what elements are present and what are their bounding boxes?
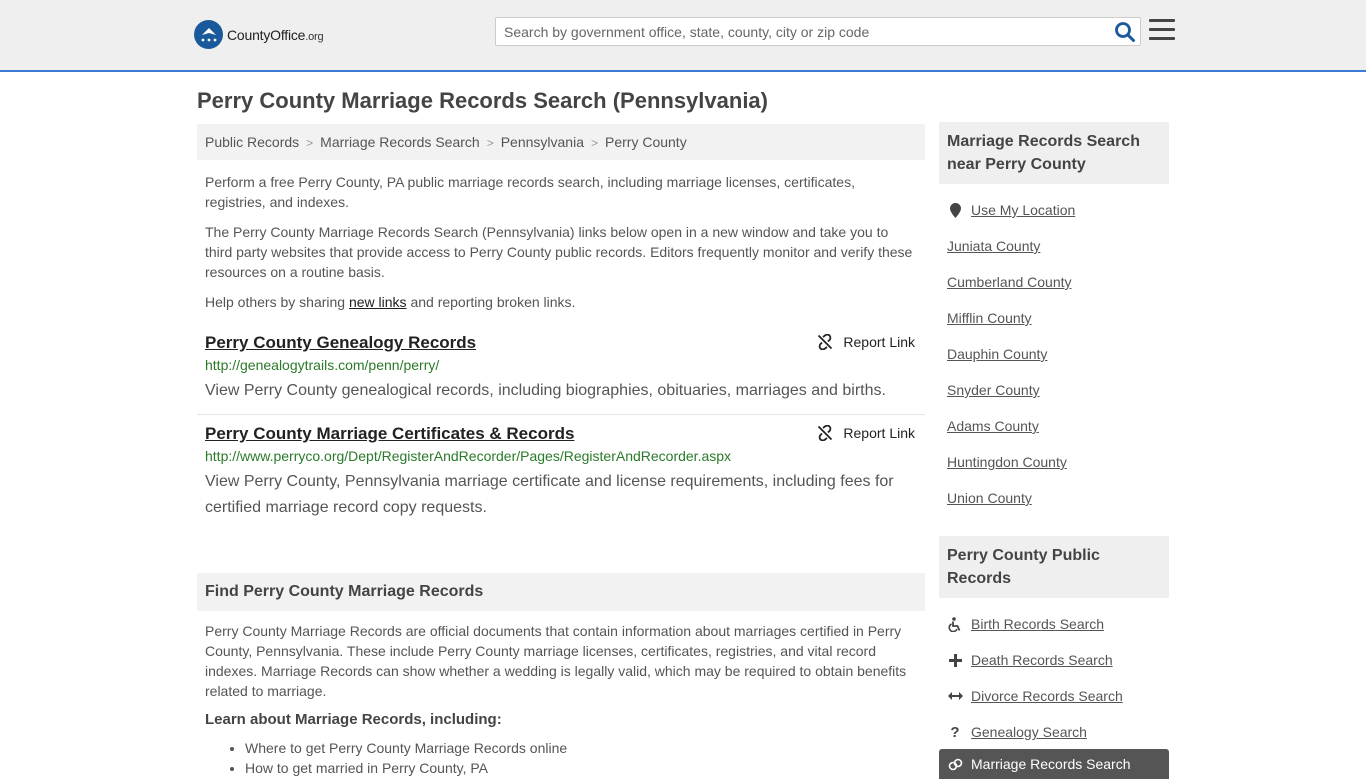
sidebar-item-adams-county[interactable]: Adams County: [947, 408, 1161, 444]
sidebar-nearby-list: Use My Location Juniata County Cumberlan…: [939, 184, 1169, 516]
county-link[interactable]: Dauphin County: [947, 346, 1047, 362]
new-links-link[interactable]: new links: [349, 294, 407, 310]
list-item: How to get married in Perry County, PA: [245, 758, 917, 778]
chevron-right-icon: >: [590, 136, 598, 150]
wheelchair-icon: [947, 616, 963, 632]
county-link[interactable]: Mifflin County: [947, 310, 1032, 326]
broken-link-icon: [818, 334, 833, 350]
map-marker-icon: [947, 202, 963, 218]
sidebar-item-cumberland-county[interactable]: Cumberland County: [947, 264, 1161, 300]
divorce-records-link[interactable]: Divorce Records Search: [971, 688, 1123, 704]
intro-p3-before: Help others by sharing: [205, 294, 349, 310]
breadcrumb-public-records[interactable]: Public Records: [205, 134, 299, 150]
birth-records-link[interactable]: Birth Records Search: [971, 616, 1104, 632]
search-box: [495, 17, 1141, 46]
list-item: Where to get Perry County Marriage Recor…: [245, 738, 917, 758]
sidebar-public-list: Birth Records Search Death Records Searc…: [939, 598, 1169, 750]
site-logo[interactable]: CountyOffice.org: [194, 20, 324, 49]
arrows-horizontal-icon: [947, 691, 963, 701]
sidebar-item-birth-records[interactable]: Birth Records Search: [947, 606, 1161, 642]
county-link[interactable]: Cumberland County: [947, 274, 1072, 290]
sidebar-item-snyder-county[interactable]: Snyder County: [947, 372, 1161, 408]
sidebar-nearby-heading: Marriage Records Search near Perry Count…: [939, 122, 1169, 184]
breadcrumb-perry-county[interactable]: Perry County: [605, 134, 687, 150]
find-section-heading: Find Perry County Marriage Records: [197, 573, 925, 611]
broken-link-icon: [818, 425, 833, 441]
result-url-link[interactable]: http://www.perryco.org/Dept/RegisterAndR…: [205, 448, 917, 464]
result-title-link[interactable]: Perry County Marriage Certificates & Rec…: [205, 423, 917, 445]
death-records-link[interactable]: Death Records Search: [971, 652, 1113, 668]
report-link-label: Report Link: [843, 334, 915, 350]
intro-p3-after: and reporting broken links.: [406, 294, 576, 310]
sidebar-public-records: Perry County Public Records Birth Record…: [939, 536, 1169, 750]
main-content: Public Records > Marriage Records Search > P…: [197, 124, 925, 778]
intro-paragraph-3: Help others by sharing new links and rep…: [205, 292, 917, 312]
chevron-right-icon: >: [306, 136, 314, 150]
venus-mars-icon: [947, 757, 963, 772]
intro-paragraph-1: Perform a free Perry County, PA public m…: [205, 174, 855, 210]
result-description: View Perry County genealogical records, …: [205, 382, 886, 399]
sidebar-item-divorce-records[interactable]: Divorce Records Search: [947, 678, 1161, 714]
county-link[interactable]: Juniata County: [947, 238, 1040, 254]
chevron-right-icon: >: [486, 136, 494, 150]
sidebar-item-mifflin-county[interactable]: Mifflin County: [947, 300, 1161, 336]
county-link[interactable]: Adams County: [947, 418, 1039, 434]
genealogy-search-link[interactable]: Genealogy Search: [971, 724, 1087, 740]
question-icon: ?: [950, 723, 960, 741]
intro-paragraph-2: The Perry County Marriage Records Search…: [205, 224, 913, 280]
breadcrumb-marriage-records-search[interactable]: Marriage Records Search: [320, 134, 480, 150]
breadcrumb: Public Records > Marriage Records Search > P…: [197, 124, 925, 160]
plus-icon: [947, 653, 963, 667]
search-input[interactable]: [496, 18, 1096, 45]
find-section-body: Perry County Marriage Records are offici…: [197, 611, 925, 778]
site-header: CountyOffice.org: [0, 0, 1366, 72]
learn-heading: Learn about Marriage Records, including:: [205, 711, 502, 728]
breadcrumb-pennsylvania[interactable]: Pennsylvania: [501, 134, 584, 150]
county-link[interactable]: Huntingdon County: [947, 454, 1067, 470]
use-my-location-link[interactable]: Use My Location: [971, 202, 1075, 218]
logo-text-main: CountyOffice: [227, 26, 306, 43]
sidebar-item-union-county[interactable]: Union County: [947, 480, 1161, 516]
result-item: Perry County Genealogy Records http://ge…: [197, 324, 925, 414]
sidebar-item-dauphin-county[interactable]: Dauphin County: [947, 336, 1161, 372]
intro-text: Perform a free Perry County, PA public m…: [197, 160, 925, 312]
search-button[interactable]: [1114, 21, 1136, 43]
use-my-location-item[interactable]: Use My Location: [947, 192, 1161, 228]
sidebar-item-death-records[interactable]: Death Records Search: [947, 642, 1161, 678]
logo-text-org: .org: [305, 30, 324, 43]
county-link[interactable]: Union County: [947, 490, 1032, 506]
result-url-link[interactable]: http://genealogytrails.com/penn/perry/: [205, 357, 917, 373]
search-icon: [1115, 22, 1135, 42]
page-title: Perry County Marriage Records Search (Pe…: [197, 88, 768, 113]
sidebar-item-genealogy-search[interactable]: ? Genealogy Search: [947, 714, 1161, 750]
report-link-button[interactable]: Report Link: [817, 334, 915, 350]
sidebar-public-heading: Perry County Public Records: [939, 536, 1169, 598]
sidebar-item-juniata-county[interactable]: Juniata County: [947, 228, 1161, 264]
learn-list: Where to get Perry County Marriage Recor…: [205, 738, 917, 778]
result-description: View Perry County, Pennsylvania marriage…: [205, 473, 894, 516]
logo-text: CountyOffice.org: [227, 26, 324, 43]
find-section-text: Perry County Marriage Records are offici…: [205, 623, 907, 699]
active-item-label: Marriage Records Search: [971, 756, 1131, 772]
hamburger-menu-icon[interactable]: [1149, 19, 1175, 43]
logo-seal-icon: [194, 20, 223, 49]
sidebar-item-huntingdon-county[interactable]: Huntingdon County: [947, 444, 1161, 480]
sidebar-item-marriage-records-active[interactable]: Marriage Records Search: [939, 749, 1169, 779]
report-link-button[interactable]: Report Link: [817, 425, 915, 441]
report-link-label: Report Link: [843, 425, 915, 441]
result-title-link[interactable]: Perry County Genealogy Records: [205, 332, 917, 354]
county-link[interactable]: Snyder County: [947, 382, 1040, 398]
result-item: Perry County Marriage Certificates & Rec…: [197, 414, 925, 531]
sidebar-nearby: Marriage Records Search near Perry Count…: [939, 122, 1169, 516]
